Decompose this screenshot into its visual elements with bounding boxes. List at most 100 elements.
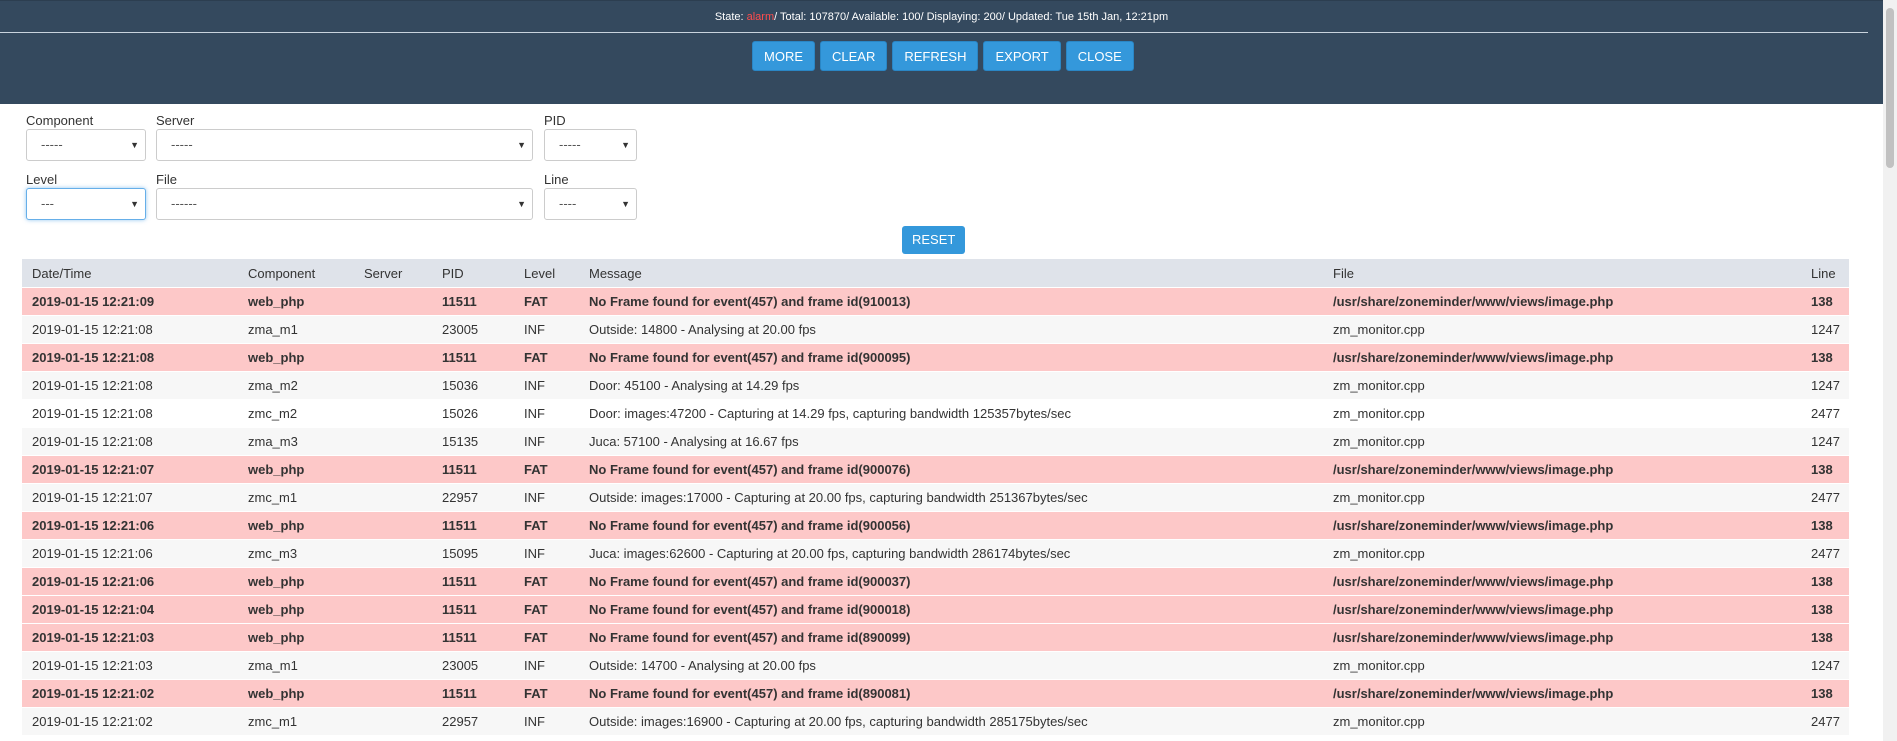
cell-datetime: 2019-01-15 12:21:02 xyxy=(22,707,238,735)
line-filter-select[interactable]: ---- ▼ xyxy=(544,188,637,220)
table-row[interactable]: 2019-01-15 12:21:08 zmc_m2 15026 INF Door: i… xyxy=(22,399,1849,428)
cell-datetime: 2019-01-15 12:21:03 xyxy=(22,651,238,680)
cell-message: No Frame found for event(457) and frame … xyxy=(579,343,1323,372)
table-row[interactable]: 2019-01-15 12:21:08 zma_m2 15036 INF Door: 4… xyxy=(22,371,1849,400)
table-row[interactable]: 2019-01-15 12:21:08 web_php 11511 FAT No Fra… xyxy=(22,343,1849,372)
cell-line: 138 xyxy=(1801,679,1849,708)
cell-pid: 11511 xyxy=(432,623,514,652)
page-scrollbar[interactable] xyxy=(1883,0,1897,741)
table-row[interactable]: 2019-01-15 12:21:07 web_php 11511 FAT No Fra… xyxy=(22,455,1849,484)
col-header-datetime[interactable]: Date/Time xyxy=(22,259,238,288)
reset-button[interactable]: RESET xyxy=(902,226,966,254)
scrollbar-thumb[interactable] xyxy=(1886,8,1894,168)
cell-server xyxy=(354,595,432,624)
cell-file: /usr/share/zoneminder/www/views/image.ph… xyxy=(1323,595,1801,624)
col-header-component[interactable]: Component xyxy=(238,259,354,288)
cell-pid: 15095 xyxy=(432,539,514,568)
table-row[interactable]: 2019-01-15 12:21:03 web_php 11511 FAT No Fra… xyxy=(22,623,1849,652)
file-filter-select[interactable]: ------ ▼ xyxy=(156,188,533,220)
table-row[interactable]: 2019-01-15 12:21:06 zmc_m3 15095 INF Juca: i… xyxy=(22,539,1849,568)
col-header-level[interactable]: Level xyxy=(514,259,579,288)
cell-level: INF xyxy=(514,483,579,512)
export-button[interactable]: EXPORT xyxy=(983,41,1061,71)
cell-line: 2477 xyxy=(1801,483,1849,512)
cell-pid: 11511 xyxy=(432,511,514,540)
component-filter-select[interactable]: ----- ▼ xyxy=(26,129,146,161)
cell-server xyxy=(354,707,432,735)
cell-message: Outside: 14800 - Analysing at 20.00 fps xyxy=(579,315,1323,344)
cell-line: 138 xyxy=(1801,567,1849,596)
table-row[interactable]: 2019-01-15 12:21:02 web_php 11511 FAT No Fra… xyxy=(22,679,1849,708)
toolbar: MORE CLEAR REFRESH EXPORT CLOSE xyxy=(752,41,1134,71)
pid-filter-label: PID xyxy=(544,113,566,128)
level-filter-select[interactable]: --- ▼ xyxy=(26,188,146,220)
cell-server xyxy=(354,399,432,428)
table-row[interactable]: 2019-01-15 12:21:06 web_php 11511 FAT No Fra… xyxy=(22,511,1849,540)
pid-filter-select[interactable]: ----- ▼ xyxy=(544,129,637,161)
cell-message: Outside: images:17000 - Capturing at 20.… xyxy=(579,483,1323,512)
cell-pid: 22957 xyxy=(432,483,514,512)
cell-level: FAT xyxy=(514,623,579,652)
col-header-line[interactable]: Line xyxy=(1801,259,1849,288)
table-row[interactable]: 2019-01-15 12:21:07 zmc_m1 22957 INF Outside… xyxy=(22,483,1849,512)
cell-level: FAT xyxy=(514,595,579,624)
cell-component: web_php xyxy=(238,511,354,540)
cell-file: zm_monitor.cpp xyxy=(1323,427,1801,456)
col-header-server[interactable]: Server xyxy=(354,259,432,288)
close-button[interactable]: CLOSE xyxy=(1065,41,1134,71)
col-header-pid[interactable]: PID xyxy=(432,259,514,288)
cell-level: FAT xyxy=(514,455,579,484)
table-row[interactable]: 2019-01-15 12:21:08 zma_m3 15135 INF Juca: 5… xyxy=(22,427,1849,456)
cell-server xyxy=(354,371,432,400)
cell-line: 2477 xyxy=(1801,707,1849,735)
table-row[interactable]: 2019-01-15 12:21:08 zma_m1 23005 INF Outside… xyxy=(22,315,1849,344)
cell-component: web_php xyxy=(238,567,354,596)
cell-datetime: 2019-01-15 12:21:06 xyxy=(22,539,238,568)
cell-line: 2477 xyxy=(1801,539,1849,568)
cell-line: 1247 xyxy=(1801,651,1849,680)
cell-server xyxy=(354,679,432,708)
file-filter-value: ------ xyxy=(171,196,197,211)
cell-pid: 15135 xyxy=(432,427,514,456)
cell-level: INF xyxy=(514,399,579,428)
server-filter-label: Server xyxy=(156,113,195,128)
cell-server xyxy=(354,455,432,484)
refresh-button[interactable]: REFRESH xyxy=(892,41,979,71)
cell-component: zma_m3 xyxy=(238,427,354,456)
cell-level: FAT xyxy=(514,679,579,708)
table-header-row: Date/Time Component Server PID Level Mes… xyxy=(22,259,1849,288)
server-filter-select[interactable]: ----- ▼ xyxy=(156,129,533,161)
cell-server xyxy=(354,315,432,344)
col-header-message[interactable]: Message xyxy=(579,259,1323,288)
pid-filter-value: ----- xyxy=(559,137,581,152)
cell-line: 138 xyxy=(1801,623,1849,652)
clear-button[interactable]: CLEAR xyxy=(820,41,888,71)
chevron-down-icon: ▼ xyxy=(130,140,139,150)
cell-datetime: 2019-01-15 12:21:07 xyxy=(22,483,238,512)
table-row[interactable]: 2019-01-15 12:21:03 zma_m1 23005 INF Outside… xyxy=(22,651,1849,680)
table-row[interactable]: 2019-01-15 12:21:02 zmc_m1 22957 INF Outside… xyxy=(22,707,1849,735)
cell-server xyxy=(354,539,432,568)
cell-file: zm_monitor.cpp xyxy=(1323,399,1801,428)
level-filter-label: Level xyxy=(26,172,58,187)
cell-file: /usr/share/zoneminder/www/views/image.ph… xyxy=(1323,343,1801,372)
table-row[interactable]: 2019-01-15 12:21:09 web_php 11511 FAT No Fra… xyxy=(22,287,1849,316)
status-line: State: alarm/ Total: 107870/ Available: … xyxy=(0,11,1883,23)
cell-file: /usr/share/zoneminder/www/views/image.ph… xyxy=(1323,511,1801,540)
cell-file: zm_monitor.cpp xyxy=(1323,371,1801,400)
cell-message: No Frame found for event(457) and frame … xyxy=(579,567,1323,596)
table-row[interactable]: 2019-01-15 12:21:04 web_php 11511 FAT No Fra… xyxy=(22,595,1849,624)
cell-file: /usr/share/zoneminder/www/views/image.ph… xyxy=(1323,567,1801,596)
cell-line: 138 xyxy=(1801,455,1849,484)
cell-server xyxy=(354,427,432,456)
col-header-file[interactable]: File xyxy=(1323,259,1801,288)
cell-datetime: 2019-01-15 12:21:08 xyxy=(22,343,238,372)
cell-level: FAT xyxy=(514,343,579,372)
table-row[interactable]: 2019-01-15 12:21:06 web_php 11511 FAT No Fra… xyxy=(22,567,1849,596)
chevron-down-icon: ▼ xyxy=(621,140,630,150)
cell-file: zm_monitor.cpp xyxy=(1323,651,1801,680)
cell-file: /usr/share/zoneminder/www/views/image.ph… xyxy=(1323,679,1801,708)
cell-message: No Frame found for event(457) and frame … xyxy=(579,623,1323,652)
more-button[interactable]: MORE xyxy=(752,41,815,71)
cell-message: No Frame found for event(457) and frame … xyxy=(579,455,1323,484)
